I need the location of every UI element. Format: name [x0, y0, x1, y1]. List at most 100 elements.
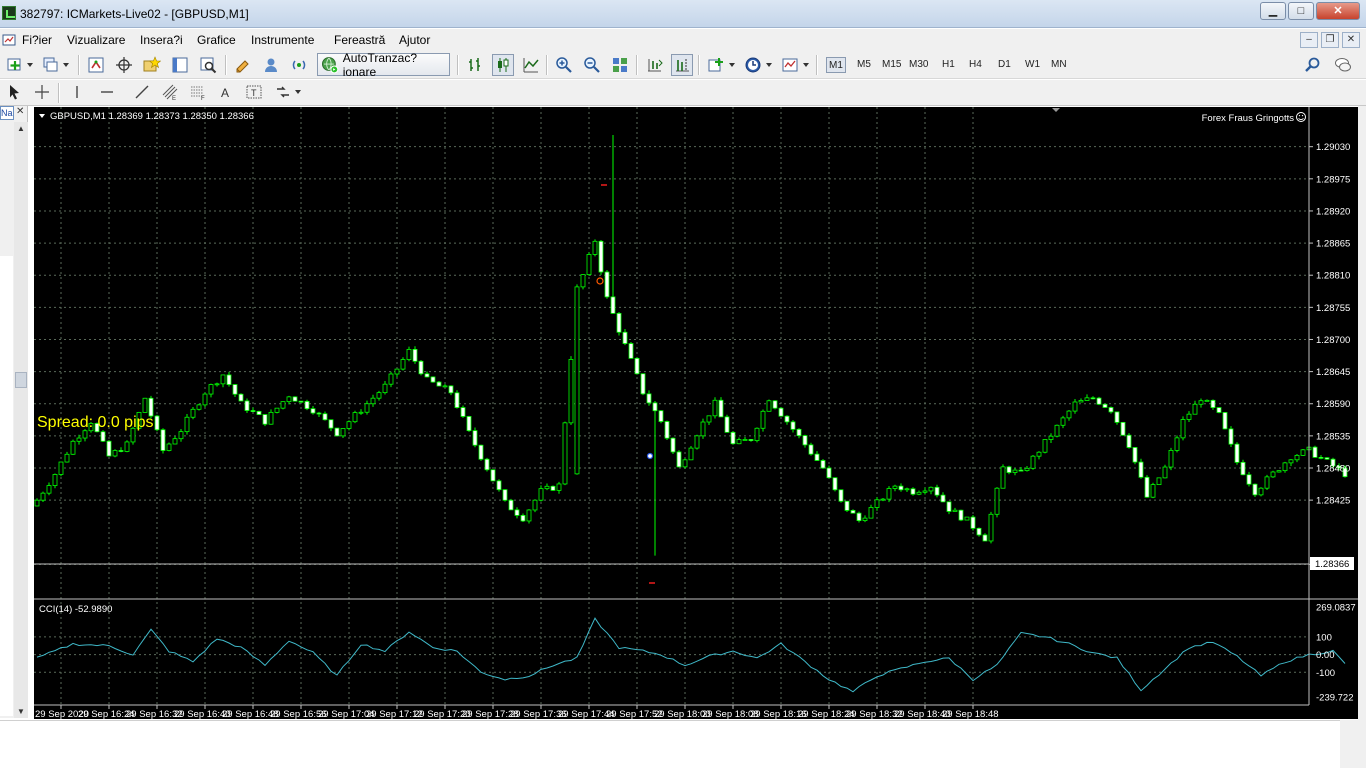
templates-icon[interactable]: [779, 54, 801, 76]
bullish-candle: [742, 439, 748, 441]
profiles-dropdown-icon[interactable]: [63, 63, 69, 67]
chart-window[interactable]: 1.29030 1.28975 1.28920 1.28865 1.28810 1.287…: [34, 107, 1358, 720]
indicators-dropdown-icon[interactable]: [729, 63, 735, 67]
chat-icon[interactable]: [1332, 54, 1354, 76]
data-window-icon[interactable]: [113, 54, 135, 76]
bullish-candle: [382, 383, 388, 394]
text-tool-icon[interactable]: A: [215, 81, 237, 103]
line-chart-icon[interactable]: [520, 54, 542, 76]
candlestick-chart-icon[interactable]: [492, 54, 514, 76]
tile-windows-icon[interactable]: [609, 54, 631, 76]
maximize-button[interactable]: □: [1288, 2, 1314, 20]
templates-dropdown-icon[interactable]: [803, 63, 809, 67]
bearish-candle: [1138, 461, 1144, 478]
autotrading-button[interactable]: AutoTranzac?ionare: [317, 51, 450, 79]
minimize-button[interactable]: ▁: [1260, 2, 1286, 20]
price-axis-label: 1.28975: [1316, 174, 1350, 185]
timeframe-mn-button[interactable]: MN: [1051, 57, 1067, 73]
vertical-line-icon[interactable]: [66, 81, 88, 103]
bullish-candle: [76, 437, 82, 442]
navigator-scrollbar[interactable]: ▲ ▼: [14, 122, 28, 718]
close-button[interactable]: ✕: [1316, 2, 1360, 20]
market-watch-icon[interactable]: [85, 54, 107, 76]
timeframe-m5-button[interactable]: M5: [857, 57, 871, 73]
bearish-candle: [496, 480, 502, 491]
bullish-candle: [82, 430, 88, 439]
chart-menu-icon[interactable]: [2, 33, 16, 47]
bullish-candle: [544, 485, 550, 490]
navigator-tab[interactable]: Na: [0, 106, 14, 120]
timeframe-m1-button[interactable]: M1: [826, 57, 846, 73]
terminal-icon[interactable]: [169, 54, 191, 76]
trendline-icon[interactable]: [131, 81, 153, 103]
chart-close-button[interactable]: ✕: [1342, 32, 1360, 48]
bullish-candle: [1156, 477, 1162, 485]
profiles-icon[interactable]: [40, 54, 62, 76]
menu-file[interactable]: Fi?ier: [22, 33, 52, 47]
bullish-candle: [922, 490, 928, 493]
metaeditor-icon[interactable]: [232, 54, 254, 76]
bearish-candle: [244, 400, 250, 411]
menu-help[interactable]: Ajutor: [399, 33, 430, 47]
timeframe-h4-button[interactable]: H4: [969, 57, 982, 73]
bullish-candle: [760, 410, 766, 429]
bearish-candle: [856, 512, 862, 522]
scroll-up-icon[interactable]: ▲: [17, 124, 25, 133]
scroll-down-icon[interactable]: ▼: [17, 707, 25, 716]
menu-insert[interactable]: Insera?i: [140, 33, 183, 47]
market-signal-icon[interactable]: [288, 54, 310, 76]
timeframe-m15-button[interactable]: M15: [882, 57, 901, 73]
strategy-tester-icon[interactable]: [197, 54, 219, 76]
timeframe-w1-button[interactable]: W1: [1025, 57, 1040, 73]
cci-axis-label: -100: [1316, 668, 1335, 679]
arrows-dropdown-icon[interactable]: [295, 90, 301, 94]
bullish-candle: [1012, 469, 1018, 473]
bar-chart-icon[interactable]: [464, 54, 486, 76]
chart-restore-button[interactable]: ❐: [1321, 32, 1339, 48]
horizontal-line-icon[interactable]: [96, 81, 118, 103]
periodicity-icon[interactable]: [742, 54, 764, 76]
bearish-candle: [1114, 411, 1120, 423]
equidistant-channel-icon[interactable]: E: [159, 81, 181, 103]
menu-charts[interactable]: Grafice: [197, 33, 236, 47]
indicators-icon[interactable]: [705, 54, 727, 76]
bearish-candle: [226, 374, 232, 385]
crosshair-icon[interactable]: [31, 81, 53, 103]
new-chart-icon[interactable]: [4, 54, 26, 76]
auto-scroll-icon[interactable]: [643, 54, 665, 76]
menu-view[interactable]: Vizualizare: [67, 33, 125, 47]
signals-icon[interactable]: [260, 54, 282, 76]
timeframe-d1-button[interactable]: D1: [998, 57, 1011, 73]
bullish-candle: [988, 513, 994, 542]
periodicity-dropdown-icon[interactable]: [766, 63, 772, 67]
chart-menu-arrow-icon[interactable]: [39, 114, 45, 118]
navigator-close-icon[interactable]: ✕: [16, 106, 24, 117]
navigator-panel: Na ✕ ▲ ▼: [0, 106, 28, 718]
zoom-in-icon[interactable]: [553, 54, 575, 76]
timeframe-m30-button[interactable]: M30: [909, 57, 928, 73]
chart-shift-marker-icon[interactable]: [1052, 108, 1060, 112]
bullish-candle: [124, 441, 130, 452]
arrows-icon[interactable]: [272, 81, 294, 103]
chart-shift-icon[interactable]: [671, 54, 693, 76]
zoom-out-icon[interactable]: [581, 54, 603, 76]
timeframe-h1-button[interactable]: H1: [942, 57, 955, 73]
standard-toolbar: AutoTranzac?ionare M1 M5 M15 M30 H1 H4 D…: [0, 51, 1366, 79]
price-chart[interactable]: 1.29030 1.28975 1.28920 1.28865 1.28810 1.287…: [34, 107, 1358, 720]
cursor-icon[interactable]: [3, 81, 25, 103]
bearish-candle: [802, 435, 808, 446]
text-label-icon[interactable]: T: [243, 81, 265, 103]
menu-window[interactable]: Fereastră: [334, 33, 385, 47]
bearish-candle: [490, 469, 496, 482]
bullish-candle: [1048, 435, 1054, 440]
chart-minimize-button[interactable]: –: [1300, 32, 1318, 48]
menu-tools[interactable]: Instrumente: [251, 33, 314, 47]
bullish-candle: [208, 384, 214, 395]
search-icon[interactable]: [1302, 54, 1324, 76]
candles-layer: [34, 135, 1348, 556]
scroll-thumb[interactable]: [15, 372, 27, 388]
bullish-candle: [1180, 419, 1186, 439]
new-chart-dropdown-icon[interactable]: [27, 63, 33, 67]
navigator-icon[interactable]: [141, 54, 163, 76]
fibonacci-icon[interactable]: F: [187, 81, 209, 103]
